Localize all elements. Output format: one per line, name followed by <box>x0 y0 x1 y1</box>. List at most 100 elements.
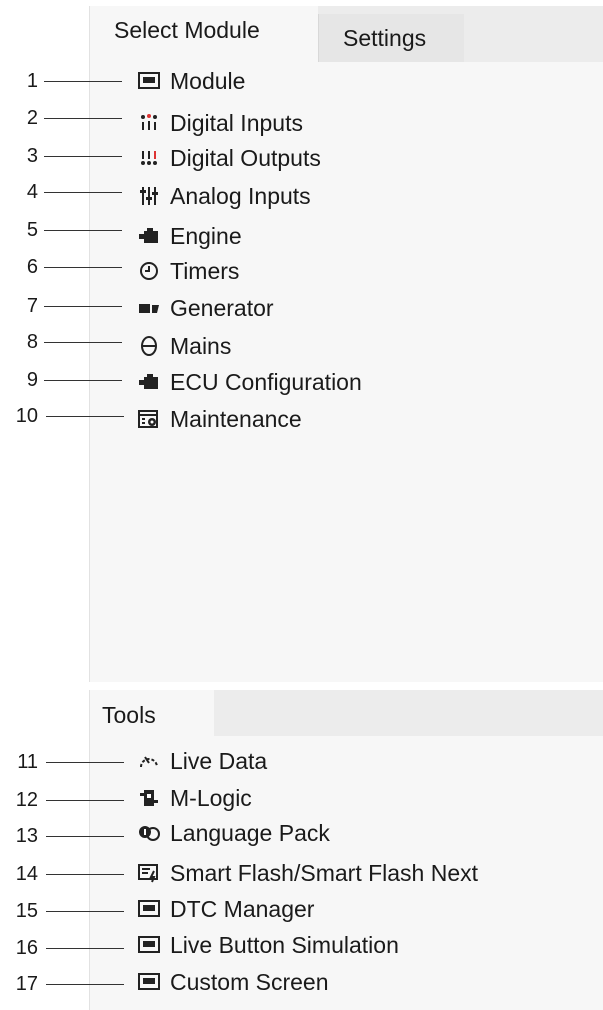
live-data-icon <box>136 750 162 772</box>
menu-item-label: Engine <box>170 222 242 249</box>
menu-item-digital-inputs[interactable]: Digital Inputs <box>136 108 303 138</box>
callout-11: 11 <box>0 748 124 776</box>
callout-16: 16 <box>0 934 124 962</box>
menu-item-m-logic[interactable]: M-Logic <box>136 783 252 813</box>
generator-icon <box>136 297 162 319</box>
menu-item-label: Maintenance <box>170 405 302 432</box>
tools-panel: Tools <box>89 690 603 1010</box>
callout-number: 5 <box>26 219 38 241</box>
menu-item-digital-outputs[interactable]: Digital Outputs <box>136 143 321 173</box>
menu-item-label: Live Button Simulation <box>170 931 399 958</box>
menu-item-label: Timers <box>170 257 240 284</box>
callout-number: 7 <box>26 295 38 317</box>
maintenance-icon <box>136 408 162 430</box>
menu-item-language-pack[interactable]: Language Pack <box>136 818 330 848</box>
menu-item-live-button-simulation[interactable]: Live Button Simulation <box>136 930 399 960</box>
callout-number: 2 <box>26 107 38 129</box>
menu-item-analog-inputs[interactable]: Analog Inputs <box>136 181 311 211</box>
module-icon <box>136 70 162 92</box>
callout-15: 15 <box>0 897 124 925</box>
callout-number: 6 <box>26 256 38 278</box>
menu-item-label: Module <box>170 67 246 94</box>
callout-number: 4 <box>26 181 38 203</box>
monitor-icon <box>136 898 162 920</box>
callout-number: 14 <box>15 863 38 885</box>
callout-line <box>46 416 124 417</box>
menu-item-maintenance[interactable]: Maintenance <box>136 404 302 434</box>
digital-outputs-icon <box>136 147 162 169</box>
menu-item-label: DTC Manager <box>170 895 315 922</box>
tab-select-module[interactable]: Select Module <box>90 6 318 62</box>
callout-line <box>46 948 124 949</box>
menu-item-ecu-configuration[interactable]: ECU Configuration <box>136 367 362 397</box>
menu-item-label: Digital Inputs <box>170 109 303 136</box>
callout-line <box>44 118 122 119</box>
top-tab-bar: Select Module Settings <box>90 6 603 62</box>
menu-item-label: ECU Configuration <box>170 368 362 395</box>
callout-5: 5 <box>0 216 124 244</box>
callout-14: 14 <box>0 860 124 888</box>
callout-1: 1 <box>0 67 124 95</box>
callout-2: 2 <box>0 104 124 132</box>
tab-tools[interactable]: Tools <box>90 690 214 736</box>
menu-item-custom-screen[interactable]: Custom Screen <box>136 967 329 997</box>
menu-item-label: Analog Inputs <box>170 182 311 209</box>
menu-item-smart-flash[interactable]: Smart Flash/Smart Flash Next <box>136 858 478 888</box>
callout-line <box>46 836 124 837</box>
digital-inputs-icon <box>136 112 162 134</box>
menu-item-timers[interactable]: Timers <box>136 256 239 286</box>
callout-number: 11 <box>17 751 38 773</box>
menu-item-label: M-Logic <box>170 784 252 811</box>
callout-number: 8 <box>26 331 38 353</box>
callout-number: 16 <box>15 937 38 959</box>
menu-item-label: Digital Outputs <box>170 144 321 171</box>
menu-item-label: Smart Flash/Smart Flash Next <box>170 859 479 886</box>
callout-number: 17 <box>15 973 38 995</box>
callout-line <box>46 762 124 763</box>
smart-flash-icon <box>136 862 162 884</box>
monitor-icon <box>136 971 162 993</box>
callout-7: 7 <box>0 292 124 320</box>
mains-icon <box>136 335 162 357</box>
callout-number: 15 <box>15 900 38 922</box>
callout-number: 1 <box>26 70 38 92</box>
callout-line <box>44 230 122 231</box>
menu-item-module[interactable]: Module <box>136 66 245 96</box>
engine-icon <box>136 225 162 247</box>
callout-6: 6 <box>0 253 124 281</box>
callout-17: 17 <box>0 970 124 998</box>
menu-item-label: Live Data <box>170 747 268 774</box>
menu-item-mains[interactable]: Mains <box>136 331 231 361</box>
callout-line <box>46 984 124 985</box>
callout-line <box>44 380 122 381</box>
callout-8: 8 <box>0 328 124 356</box>
tab-settings[interactable]: Settings <box>318 14 464 62</box>
menu-item-live-data[interactable]: Live Data <box>136 746 267 776</box>
tools-tab-bar: Tools <box>90 690 603 736</box>
language-pack-icon <box>136 822 162 844</box>
callout-10: 10 <box>0 402 124 430</box>
menu-item-label: Custom Screen <box>170 968 329 995</box>
callout-number: 13 <box>15 825 38 847</box>
ecu-icon <box>136 371 162 393</box>
callout-line <box>44 342 122 343</box>
callout-12: 12 <box>0 786 124 814</box>
callout-9: 9 <box>0 366 124 394</box>
menu-item-generator[interactable]: Generator <box>136 293 274 323</box>
analog-inputs-icon <box>136 185 162 207</box>
callout-line <box>44 156 122 157</box>
menu-item-engine[interactable]: Engine <box>136 221 242 251</box>
callout-line <box>44 81 122 82</box>
monitor-icon <box>136 934 162 956</box>
callout-4: 4 <box>0 178 124 206</box>
callout-number: 12 <box>15 789 38 811</box>
callout-number: 10 <box>15 405 38 427</box>
menu-item-label: Language Pack <box>170 819 330 846</box>
menu-item-label: Generator <box>170 294 274 321</box>
callout-number: 3 <box>26 145 38 167</box>
callout-3: 3 <box>0 142 124 170</box>
menu-item-dtc-manager[interactable]: DTC Manager <box>136 894 314 924</box>
timer-icon <box>136 260 162 282</box>
callout-line <box>46 800 124 801</box>
callout-13: 13 <box>0 822 124 850</box>
